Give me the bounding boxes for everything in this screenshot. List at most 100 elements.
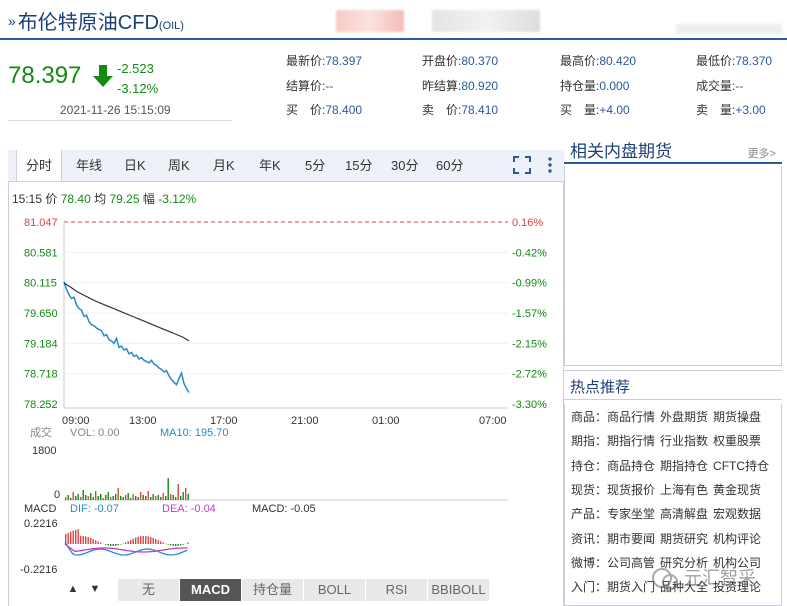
volume-bar <box>155 496 157 500</box>
volume-bar <box>110 497 112 500</box>
macd-bar <box>75 529 77 544</box>
volume-label: 成交 <box>30 425 52 439</box>
hot-link[interactable]: 期指行情 <box>607 434 655 448</box>
quote-row: 最新价:78.397 开盘价:80.370 最高价:80.420 最低价:78.… <box>286 52 782 77</box>
volume-bar <box>67 495 69 500</box>
tab-60min[interactable]: 60分 <box>436 150 463 181</box>
x-tick-label: 21:00 <box>291 415 319 427</box>
down-arrow-icon <box>93 65 113 87</box>
hot-link[interactable]: 商品持仓 <box>607 459 655 473</box>
x-tick-label: 01:00 <box>372 415 400 427</box>
scroll-down-button[interactable]: ▼ <box>86 580 104 598</box>
macd-label: MACD <box>24 503 56 515</box>
tab-yearly-k[interactable]: 年K <box>259 150 281 181</box>
hot-link[interactable]: 行业指数 <box>660 434 708 448</box>
tab-30min[interactable]: 30分 <box>391 150 418 181</box>
related-futures-title: 相关内盘期货 <box>570 142 672 161</box>
indicator-tab-boll[interactable]: BOLL <box>304 579 366 601</box>
hot-link[interactable]: 现货报价 <box>607 483 655 497</box>
tab-intraday[interactable]: 分时 <box>16 150 63 181</box>
macd-bar <box>130 539 132 544</box>
indicator-tab-macd[interactable]: MACD <box>180 579 242 601</box>
watermark: 元汇智采 <box>650 564 770 594</box>
tab-year-line[interactable]: 年线 <box>76 150 102 181</box>
y-tick-label: 79.184 <box>24 338 58 350</box>
price-series-line <box>63 281 190 393</box>
y-tick-label: 80.115 <box>24 278 57 290</box>
indicator-tab-open-interest[interactable]: 持仓量 <box>242 579 304 601</box>
hot-link[interactable]: 期市要闻 <box>607 532 655 546</box>
scroll-up-button[interactable]: ▲ <box>64 580 82 598</box>
volume-zero: 0 <box>54 489 60 501</box>
volume-bar <box>77 494 79 500</box>
volume-bar <box>150 497 152 500</box>
quote-cell: 结算价:-- <box>286 78 334 93</box>
price-change: -2.523 -3.12% <box>117 59 158 99</box>
volume-bar <box>82 490 84 500</box>
quote-cell: 卖 量:+3.00 <box>696 103 766 117</box>
macd-bar <box>155 538 157 544</box>
quote-cell: 最高价:80.420 <box>560 54 637 68</box>
macd-bar <box>85 536 87 544</box>
quote-cell: 最低价:78.370 <box>696 54 773 68</box>
macd-bar <box>67 532 69 544</box>
volume-bar <box>122 497 124 500</box>
macd-dea-line <box>64 543 188 553</box>
hot-link[interactable]: 权重股票 <box>713 434 761 448</box>
more-icon[interactable] <box>546 156 554 174</box>
macd-bar <box>175 544 177 546</box>
macd-bar <box>82 536 84 544</box>
hot-link[interactable]: 机构评论 <box>713 532 761 546</box>
y-tick-label: 78.718 <box>24 369 58 381</box>
volume-bar <box>142 495 144 500</box>
hot-link[interactable]: 高清解盘 <box>660 507 708 521</box>
hot-link[interactable]: CFTC持仓 <box>713 459 769 473</box>
indicator-tab-none[interactable]: 无 <box>118 579 180 601</box>
tab-daily-k[interactable]: 日K <box>124 150 146 181</box>
tab-monthly-k[interactable]: 月K <box>213 150 235 181</box>
hot-row-key: 产品： <box>571 507 608 522</box>
quote-cell: 卖 价:78.410 <box>422 103 499 117</box>
volume-bar <box>170 494 172 500</box>
macd-bottom: -0.2216 <box>20 564 57 576</box>
hot-link[interactable]: 专家坐堂 <box>607 507 655 521</box>
volume-bar <box>147 491 149 500</box>
volume-max: 1800 <box>32 445 56 457</box>
tab-weekly-k[interactable]: 周K <box>168 150 190 181</box>
watermark-text: 元汇智采 <box>684 568 756 588</box>
macd-value: MACD: -0.05 <box>252 503 316 515</box>
tab-5min[interactable]: 5分 <box>305 150 325 181</box>
volume-bar <box>177 484 179 500</box>
hot-link[interactable]: 宏观数据 <box>713 507 761 521</box>
hot-link[interactable]: 公司高管 <box>607 556 655 570</box>
y-tick-label: 81.047 <box>24 217 58 229</box>
macd-bar <box>135 537 137 544</box>
indicator-tab-bbiboll[interactable]: BBIBOLL <box>428 579 490 601</box>
watermark-logo-icon <box>652 568 678 590</box>
quote-row: 买 价:78.400 卖 价:78.410 买 量:+4.00 卖 量:+3.0… <box>286 101 782 126</box>
tab-15min[interactable]: 15分 <box>345 150 372 181</box>
more-link[interactable]: 更多> <box>748 145 776 161</box>
macd-bar <box>180 544 182 546</box>
hot-link[interactable]: 期货操盘 <box>713 410 761 424</box>
quote-cell: 持仓量:0.000 <box>560 78 630 93</box>
macd-bar <box>150 537 152 544</box>
macd-bar <box>147 536 149 544</box>
macd-bar <box>110 544 112 546</box>
hot-link[interactable]: 外盘期货 <box>660 410 708 424</box>
hot-link[interactable]: 黄金现货 <box>713 483 761 497</box>
volume-bar <box>185 488 187 500</box>
hot-link[interactable]: 商品行情 <box>607 410 655 424</box>
macd-dif: DIF: -0.07 <box>70 503 119 515</box>
fullscreen-icon[interactable] <box>513 156 531 174</box>
hot-link[interactable]: 期指持仓 <box>660 459 708 473</box>
volume-bar <box>175 497 177 500</box>
hot-link[interactable]: 期货入门 <box>607 580 655 594</box>
hot-link[interactable]: 期货研究 <box>660 532 708 546</box>
indicator-tab-rsi[interactable]: RSI <box>366 579 428 601</box>
volume-bar <box>160 497 162 500</box>
volume-bar <box>107 492 109 500</box>
hot-link[interactable]: 上海有色 <box>660 483 708 497</box>
macd-bar <box>115 544 117 546</box>
volume-bar <box>157 495 159 500</box>
